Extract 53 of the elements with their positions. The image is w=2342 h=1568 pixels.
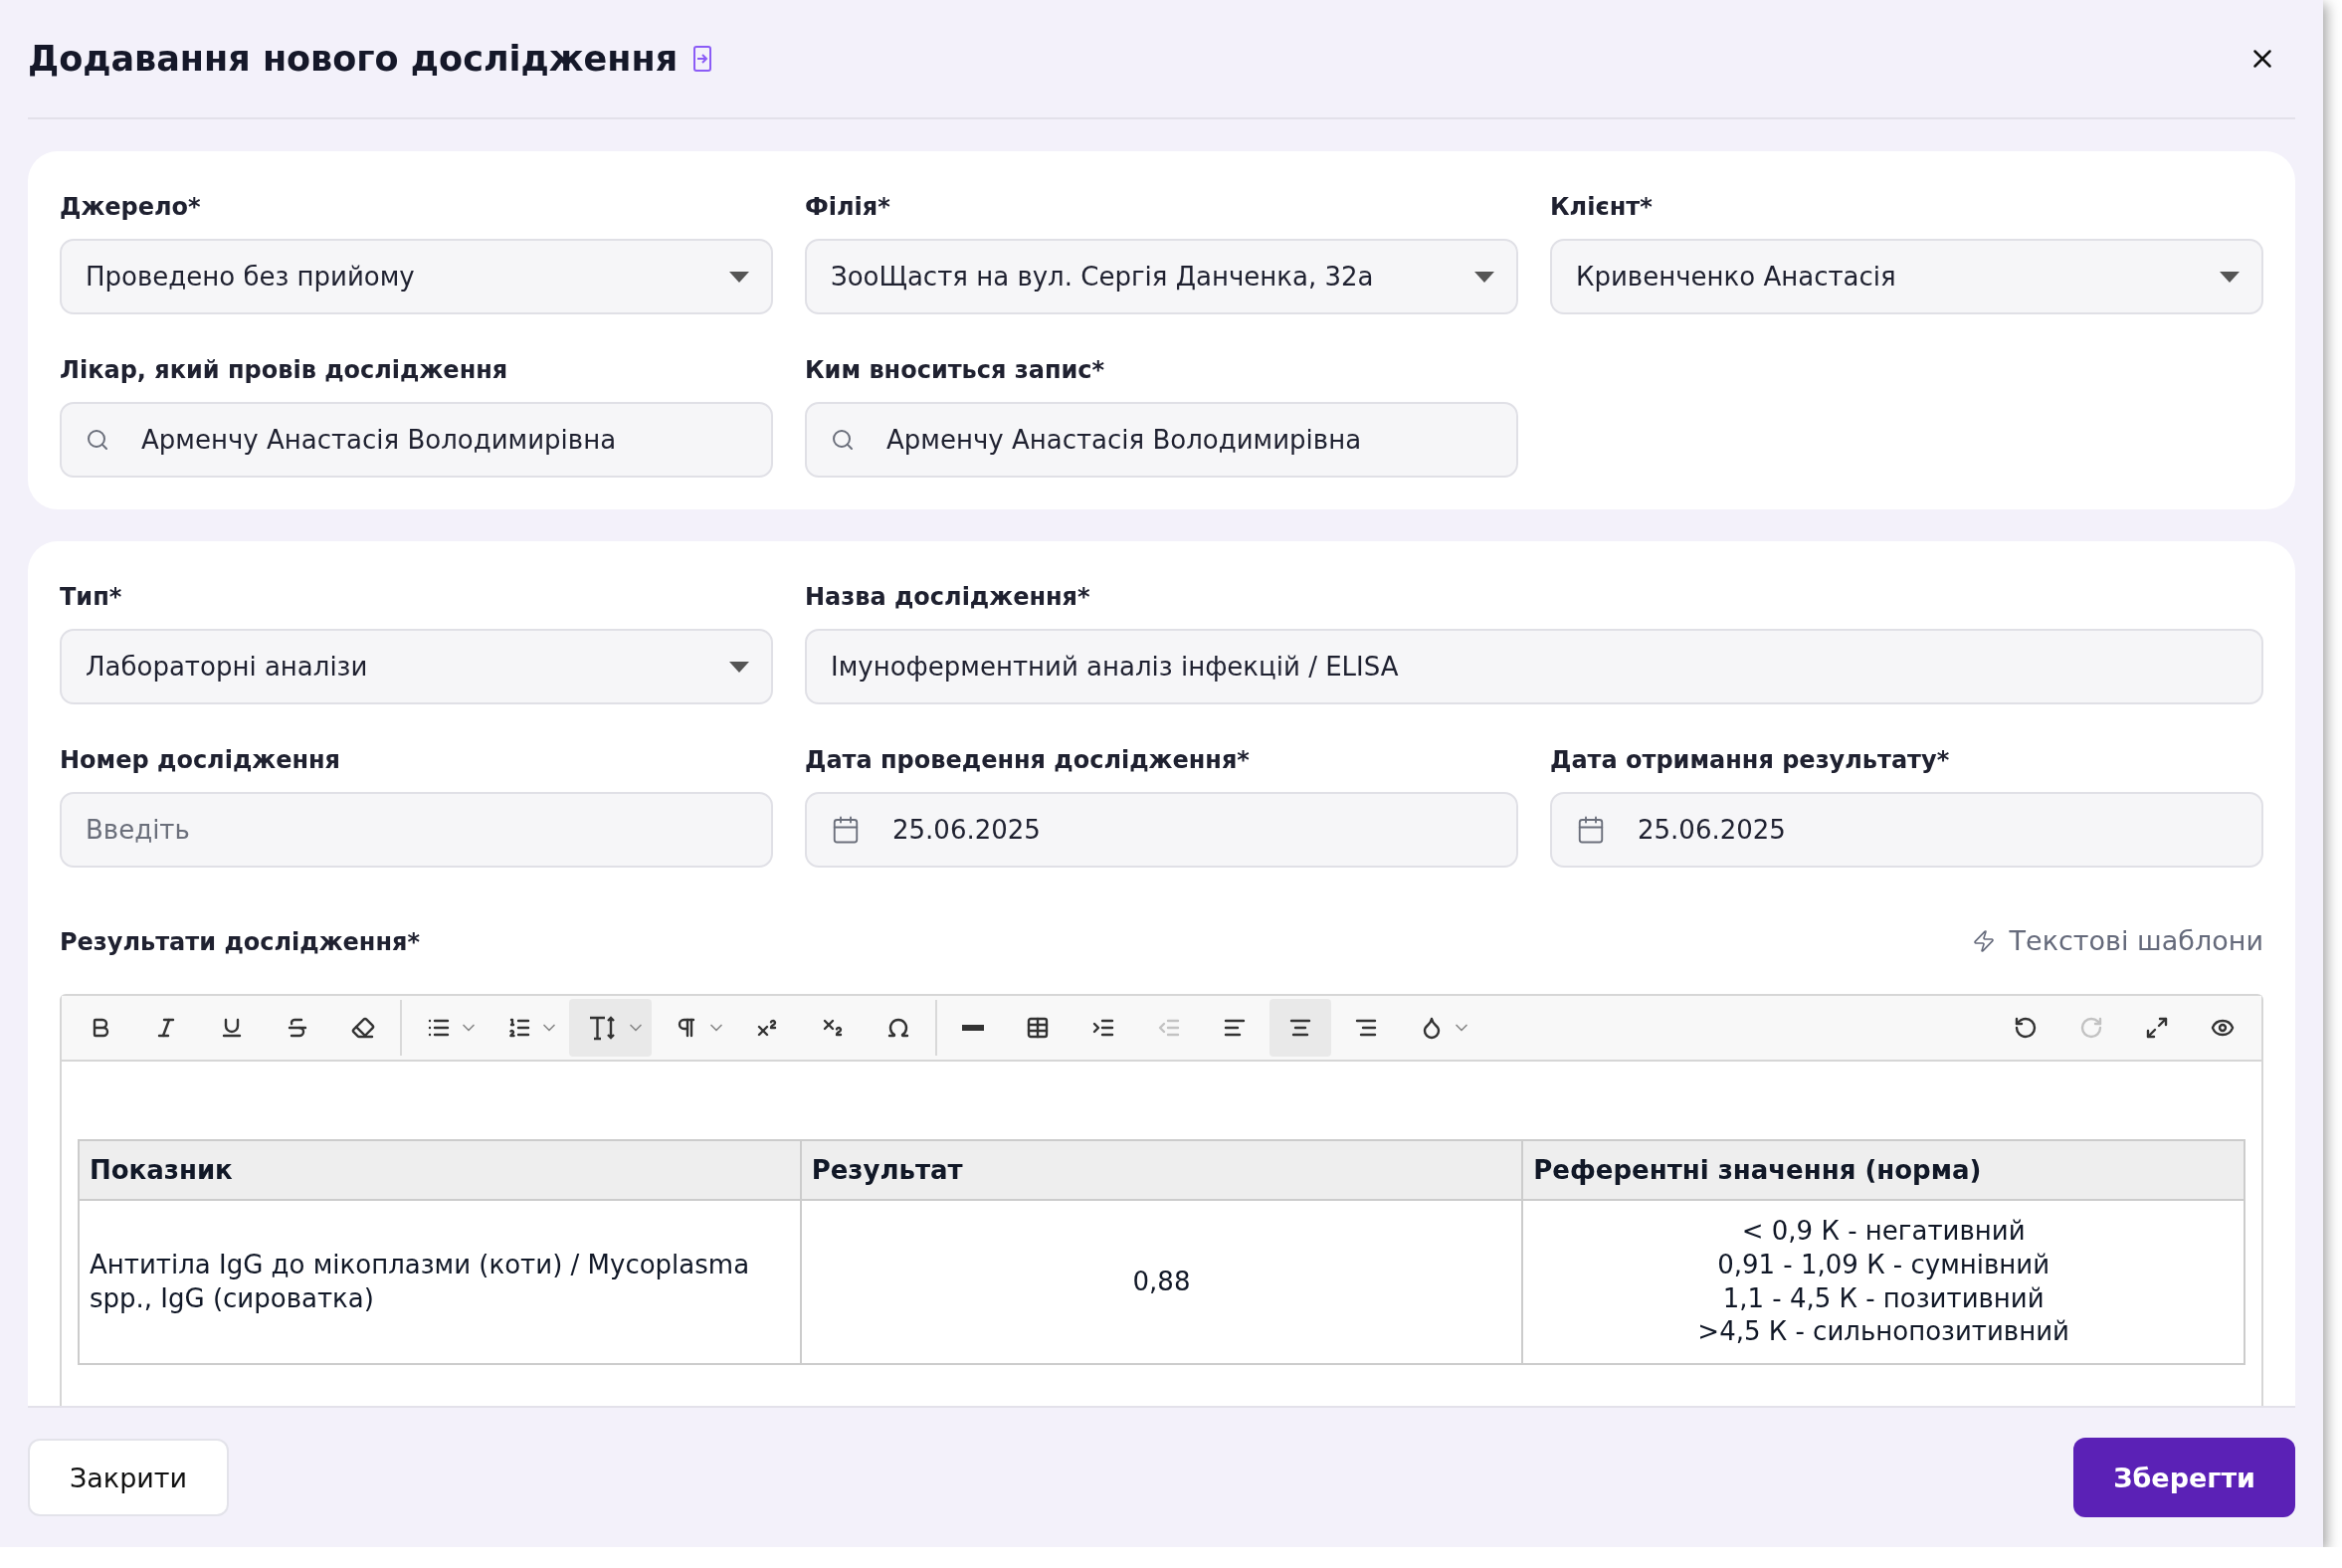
redo-icon [2079, 1016, 2103, 1040]
underline-icon [220, 1016, 244, 1040]
numbered-list-icon [507, 1016, 531, 1040]
dialog-title: Додавання нового дослідження [28, 39, 679, 79]
table-cell: 0,88 [800, 1200, 1523, 1365]
date-field[interactable]: 25.06.2025 [805, 792, 1518, 868]
field-label: Дата отримання результату* [1550, 746, 1951, 774]
dropdown-caret-icon [2220, 271, 2240, 283]
input-field[interactable]: Імуноферментний аналіз інфекцій / ELISA [805, 629, 2263, 704]
field-label: Лікар, який провів дослідження [60, 356, 509, 384]
select-field[interactable]: Кривенченко Анастасія [1550, 239, 2263, 314]
table-cell: Антитіла IgG до мікоплазми (коти) / Mycoplasma spp., IgG (сироватка) [79, 1200, 801, 1365]
symbol-icon [886, 1016, 910, 1040]
field-label: Назва дослідження* [805, 583, 1091, 611]
table-header-cell: Референтні значення (норма) [1522, 1140, 2244, 1200]
date-field[interactable]: 25.06.2025 [1550, 792, 2263, 868]
templates-link[interactable]: Текстові шаблони [1971, 925, 2263, 956]
field-label: Джерело* [60, 193, 202, 221]
search-icon [831, 428, 855, 452]
select-field[interactable]: Проведено без прийому [60, 239, 773, 314]
dropdown-caret-icon [1474, 271, 1494, 283]
search-field[interactable]: Арменчу Анастасія Володимирівна [60, 402, 773, 478]
calendar-icon [831, 815, 861, 845]
search-icon [86, 428, 109, 452]
field-label: Ким вноситься запис* [805, 356, 1106, 384]
strikethrough-icon [286, 1016, 309, 1040]
field-label: Дата проведення дослідження* [805, 746, 1251, 774]
font-size-button[interactable] [569, 999, 652, 1057]
dropdown-caret-icon [729, 661, 749, 673]
dropdown-caret-icon [729, 271, 749, 283]
input-field[interactable]: Введіть [60, 792, 773, 868]
font-size-icon [588, 1015, 618, 1041]
close-button[interactable]: Закрити [28, 1439, 230, 1516]
undo-icon [2014, 1016, 2038, 1040]
table-header-cell: Показник [79, 1140, 801, 1200]
fullscreen-icon [2145, 1016, 2169, 1040]
table-header-cell: Результат [800, 1140, 1523, 1200]
search-field[interactable]: Арменчу Анастасія Володимирівна [805, 402, 1518, 478]
field-label: Філія* [805, 193, 891, 221]
table-icon [1026, 1016, 1050, 1040]
field-label: Номер дослідження [60, 746, 342, 774]
select-field[interactable]: ЗооЩастя на вул. Сергія Данченка, 32а [805, 239, 1518, 314]
select-field[interactable]: Лабораторні аналізи [60, 629, 773, 704]
field-label: Результати дослідження* [60, 928, 420, 956]
calendar-icon [1576, 815, 1606, 845]
exit-icon [693, 46, 712, 72]
field-label: Клієнт* [1550, 193, 1654, 221]
clear-format-icon [351, 1016, 375, 1040]
table-cell: < 0,9 К - негативний 0,91 - 1,09 К - сумнівний 1,1 - 4,5 К - позитивний >4,5 К - сильнопозитивний [1522, 1200, 2244, 1365]
save-button[interactable]: Зберегти [2073, 1438, 2295, 1517]
field-label: Тип* [60, 583, 123, 611]
lightning-icon [1971, 928, 1996, 953]
align-center-button[interactable] [1269, 999, 1331, 1057]
